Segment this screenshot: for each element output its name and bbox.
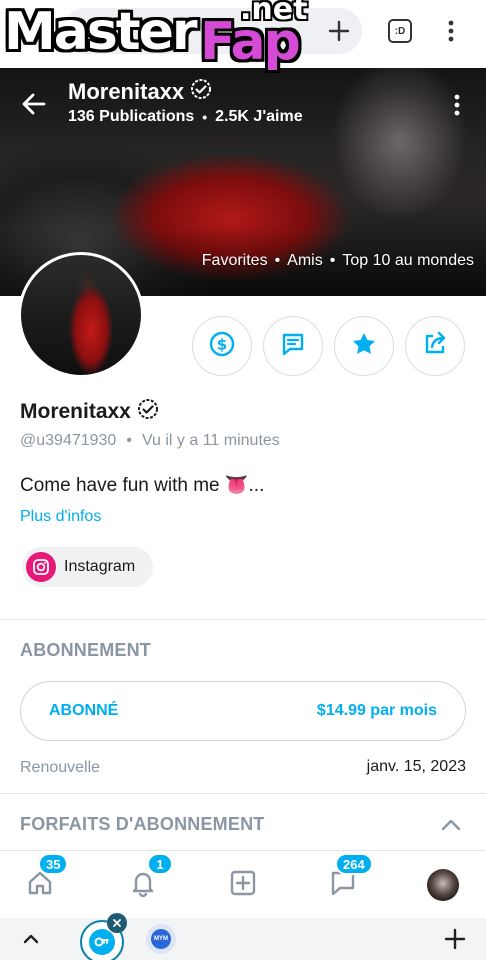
verified-icon <box>190 78 212 106</box>
add-post-icon <box>228 868 258 903</box>
more-vertical-icon[interactable] <box>434 14 468 48</box>
subscription-title: ABONNEMENT <box>20 640 151 660</box>
nav-notifications[interactable]: 1 <box>121 853 173 907</box>
notifications-badge: 1 <box>147 853 173 875</box>
renew-label: Renouvelle <box>20 759 101 776</box>
mym-tab-icon[interactable]: MYM <box>144 922 178 956</box>
link-friends[interactable]: Amis <box>287 252 323 270</box>
watermark-net: .net <box>240 0 308 27</box>
favorite-button[interactable] <box>334 316 394 376</box>
subscription-button[interactable]: ABONNÉ $14.99 par mois <box>20 681 466 741</box>
home-badge: 35 <box>38 853 69 875</box>
profile-name: Morenitaxx <box>20 398 159 426</box>
likes-count: 2.5K J'aime <box>215 108 303 125</box>
renew-date: janv. 15, 2023 <box>366 758 466 775</box>
watermark-logo: Master Fap .net <box>0 0 320 72</box>
separator-dot: • <box>274 252 281 269</box>
link-top-10[interactable]: Top 10 au mondes <box>342 252 474 270</box>
new-tab-plus-icon[interactable] <box>438 922 472 956</box>
browser-bottom-bar: MYM <box>0 913 486 960</box>
chevron-up-icon[interactable] <box>438 812 464 838</box>
instagram-link[interactable]: Instagram <box>22 547 154 587</box>
dollar-tip-icon: $ <box>208 330 236 363</box>
instagram-icon <box>26 552 56 582</box>
plus-icon[interactable] <box>322 14 356 48</box>
separator-dot: • <box>126 432 132 449</box>
avatar[interactable] <box>18 252 144 378</box>
cover-stats: 136 Publications • 2.5K J'aime <box>68 108 303 126</box>
nav-profile[interactable] <box>421 863 465 907</box>
subscription-price: $14.99 par mois <box>316 702 437 719</box>
cover-name: Morenitaxx <box>68 78 212 106</box>
link-favorites[interactable]: Favorites <box>202 252 268 270</box>
message-button[interactable] <box>263 316 323 376</box>
nav-new-post[interactable] <box>221 863 265 907</box>
plans-title: FORFAITS D'ABONNEMENT <box>20 814 265 834</box>
divider <box>0 793 486 794</box>
watermark-master: Master <box>4 2 198 62</box>
more-info-link[interactable]: Plus d'infos <box>20 508 101 526</box>
share-icon <box>421 330 449 363</box>
profile-menu-icon[interactable] <box>442 88 472 122</box>
separator-dot: • <box>202 109 208 125</box>
divider <box>0 619 486 620</box>
star-icon <box>350 330 378 363</box>
back-arrow-icon[interactable] <box>16 86 52 122</box>
messages-badge: 264 <box>335 853 373 875</box>
mym-favicon: MYM <box>151 929 171 949</box>
close-tab-icon[interactable] <box>106 912 128 934</box>
last-seen: Vu il y a 11 minutes <box>141 432 280 449</box>
chevron-up-icon[interactable] <box>14 922 48 956</box>
app-bottom-nav: 35 1 264 <box>0 850 486 918</box>
profile-name-text: Morenitaxx <box>20 400 131 423</box>
nav-messages[interactable]: 264 <box>321 853 373 907</box>
nav-home[interactable]: 35 <box>18 853 69 907</box>
svg-text:$: $ <box>217 335 227 353</box>
verified-icon <box>137 398 159 426</box>
message-icon <box>279 330 307 363</box>
instagram-label: Instagram <box>64 558 136 575</box>
cover-links: Favorites • Amis • Top 10 au mondes <box>202 252 474 270</box>
tab-switcher-label: :D <box>388 19 412 43</box>
profile-meta: @u39471930 • Vu il y a 11 minutes <box>20 432 280 450</box>
subscription-status: ABONNÉ <box>49 702 119 719</box>
cover-name-text: Morenitaxx <box>68 79 185 104</box>
profile-handle: @u39471930 <box>20 432 117 449</box>
tip-button[interactable]: $ <box>192 316 252 376</box>
separator-dot: • <box>329 252 336 269</box>
profile-avatar-icon <box>427 869 459 901</box>
share-button[interactable] <box>405 316 465 376</box>
tab-switcher-icon[interactable]: :D <box>383 14 417 48</box>
profile-bio: Come have fun with me 👅... <box>20 475 265 496</box>
publications-count: 136 Publications <box>68 108 195 125</box>
